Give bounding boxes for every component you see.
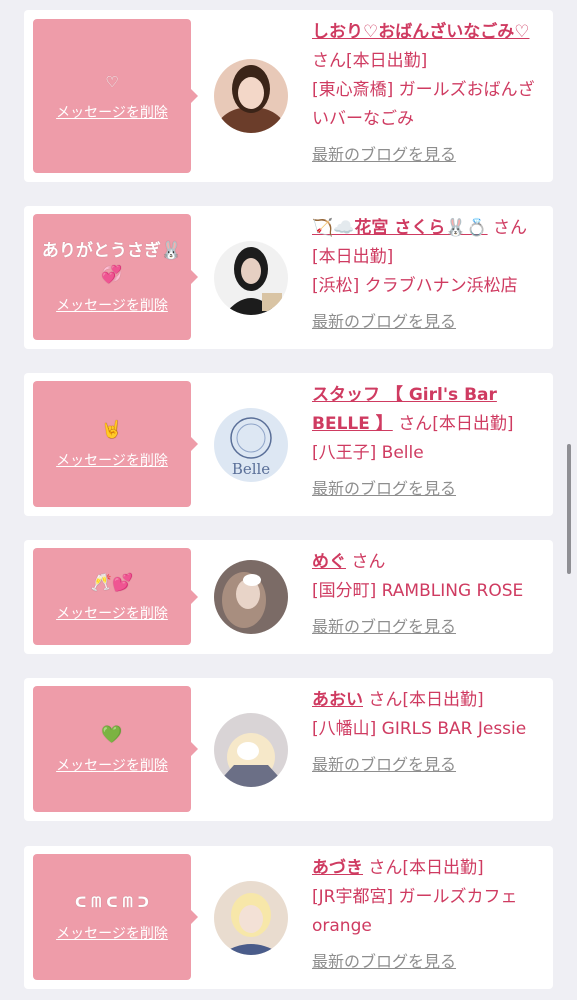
message-bubble: ありがとうさぎ🐰💞 メッセージを削除 — [33, 214, 198, 340]
avatar[interactable]: Belle — [214, 408, 288, 482]
message-bubble: 🥂💕 メッセージを削除 — [33, 548, 198, 645]
honorific: さん — [368, 858, 403, 878]
cast-name-link[interactable]: あづき — [312, 858, 363, 878]
message-card: 🥂💕 メッセージを削除 めぐ さん [国分町] RAMBLING ROSE 最新… — [24, 540, 553, 654]
message-text: 🤘 — [101, 420, 123, 440]
message-card: ♡ メッセージを削除 しおり♡おばんざいなごみ♡ さん[本日出勤] [東心斎橋]… — [24, 10, 553, 182]
message-text: ありがとうさぎ🐰💞 — [41, 241, 183, 285]
latest-blog-link[interactable]: 最新のブログを見る — [312, 947, 548, 976]
work-status: [本日出勤] — [432, 414, 514, 434]
latest-blog-link[interactable]: 最新のブログを見る — [312, 140, 548, 169]
delete-message-link[interactable]: メッセージを削除 — [56, 295, 168, 315]
scrollbar[interactable] — [567, 444, 571, 574]
latest-blog-link[interactable]: 最新のブログを見る — [312, 750, 548, 779]
cast-name-link[interactable]: あおい — [312, 690, 363, 710]
delete-message-link[interactable]: メッセージを削除 — [56, 450, 168, 470]
cast-info: めぐ さん [国分町] RAMBLING ROSE 最新のブログを見る — [312, 548, 548, 641]
cast-info: しおり♡おばんざいなごみ♡ さん[本日出勤] [東心斎橋] ガールズおばんざいバ… — [312, 18, 548, 169]
message-bubble: 🤘 メッセージを削除 — [33, 381, 198, 507]
message-text: 🥂💕 — [90, 572, 134, 593]
avatar[interactable] — [214, 241, 288, 315]
shop-name: [国分町] RAMBLING ROSE — [312, 581, 524, 601]
avatar[interactable] — [214, 560, 288, 634]
honorific: さん — [493, 218, 527, 238]
delete-message-link[interactable]: メッセージを削除 — [56, 923, 168, 943]
avatar[interactable] — [214, 881, 288, 955]
avatar-photo — [214, 241, 288, 315]
shop-name: [八王子] Belle — [312, 443, 424, 463]
delete-message-link[interactable]: メッセージを削除 — [56, 102, 168, 122]
shop-name: [浜松] クラブハナン浜松店 — [312, 276, 518, 296]
message-card: 💚 メッセージを削除 あおい さん[本日出勤] [八幡山] GIRLS BAR … — [24, 678, 553, 821]
message-text: ᑕ ᗰ ᑕ ᗰ ᑐ — [75, 895, 149, 911]
message-bubble: ᑕ ᗰ ᑕ ᗰ ᑐ メッセージを削除 — [33, 854, 198, 980]
honorific: さん — [312, 51, 346, 71]
cast-name-link[interactable]: 🏹☁️花宮 さくら🐰💍 — [312, 218, 488, 238]
message-card: ᑕ ᗰ ᑕ ᗰ ᑐ メッセージを削除 あづき さん[本日出勤] [JR宇都宮] … — [24, 846, 553, 989]
shop-name: [東心斎橋] ガールズおばんざいバーなごみ — [312, 80, 535, 129]
avatar[interactable] — [214, 713, 288, 787]
message-bubble: ♡ メッセージを削除 — [33, 19, 198, 173]
cast-info: あづき さん[本日出勤] [JR宇都宮] ガールズカフェorange 最新のブロ… — [312, 854, 548, 976]
avatar-photo — [214, 59, 288, 133]
cast-name-link[interactable]: しおり♡おばんざいなごみ♡ — [312, 22, 529, 42]
avatar-photo — [214, 881, 288, 955]
cast-info: スタッフ 【 Girl's Bar BELLE 】 さん[本日出勤] [八王子]… — [312, 381, 548, 503]
cast-info: あおい さん[本日出勤] [八幡山] GIRLS BAR Jessie 最新のブ… — [312, 686, 548, 779]
honorific: さん — [398, 414, 433, 434]
latest-blog-link[interactable]: 最新のブログを見る — [312, 307, 548, 336]
honorific: さん — [368, 690, 403, 710]
avatar-photo — [214, 713, 288, 787]
avatar-photo — [214, 560, 288, 634]
message-text: ♡ — [105, 73, 119, 91]
work-status: [本日出勤] — [402, 690, 484, 710]
message-card: 🤘 メッセージを削除 Belle スタッフ 【 Girl's Bar BELLE… — [24, 373, 553, 516]
work-status: [本日出勤] — [402, 858, 484, 878]
shop-name: [JR宇都宮] ガールズカフェorange — [312, 887, 518, 936]
honorific: さん — [351, 552, 386, 572]
delete-message-link[interactable]: メッセージを削除 — [56, 755, 168, 775]
work-status: [本日出勤] — [346, 51, 428, 71]
avatar-logo-text: Belle — [232, 460, 270, 478]
shop-name: [八幡山] GIRLS BAR Jessie — [312, 719, 527, 739]
latest-blog-link[interactable]: 最新のブログを見る — [312, 474, 548, 503]
latest-blog-link[interactable]: 最新のブログを見る — [312, 612, 548, 641]
message-bubble: 💚 メッセージを削除 — [33, 686, 198, 812]
cast-info: 🏹☁️花宮 さくら🐰💍 さん [本日出勤] [浜松] クラブハナン浜松店 最新のブ… — [312, 214, 548, 336]
delete-message-link[interactable]: メッセージを削除 — [56, 603, 168, 623]
message-card: ありがとうさぎ🐰💞 メッセージを削除 🏹☁️花宮 さくら🐰💍 さん [本日出勤] … — [24, 206, 553, 349]
avatar-photo: Belle — [214, 408, 288, 482]
message-text: 💚 — [101, 725, 123, 745]
work-status: [本日出勤] — [312, 247, 394, 267]
avatar[interactable] — [214, 59, 288, 133]
cast-name-link[interactable]: めぐ — [312, 552, 346, 572]
